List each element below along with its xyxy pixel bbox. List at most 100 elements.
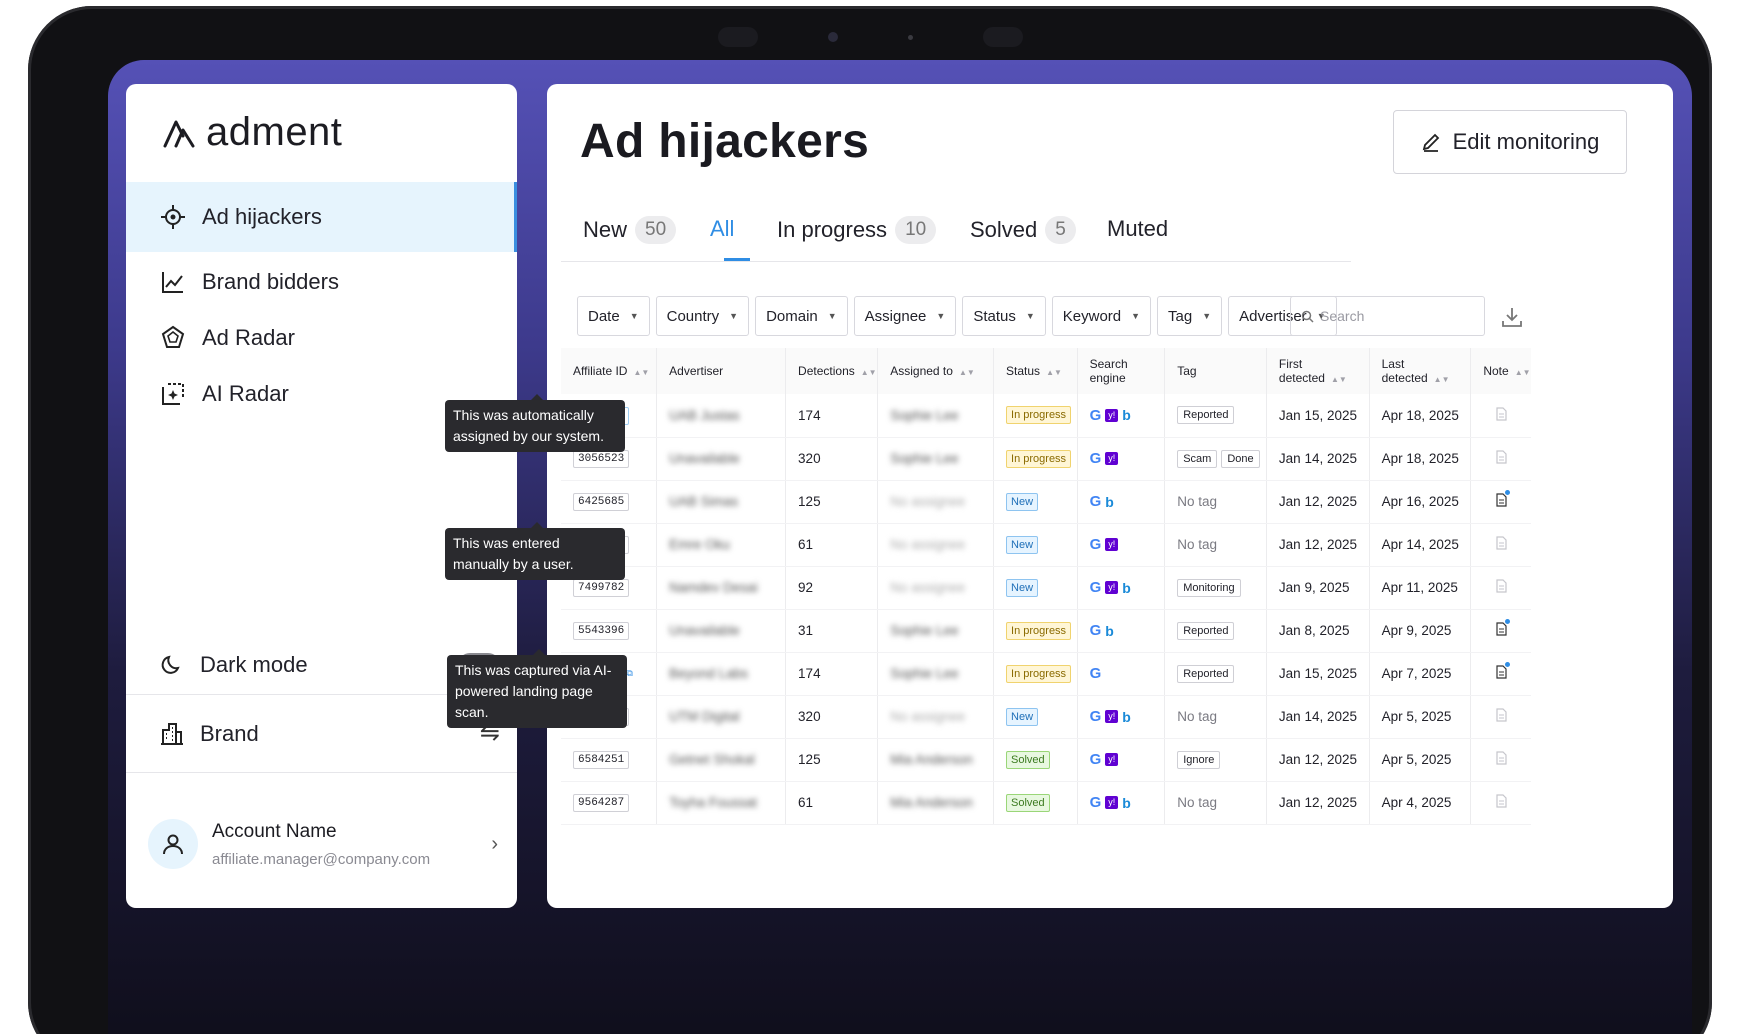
note-icon[interactable] [1496, 407, 1507, 424]
note-icon[interactable] [1496, 794, 1507, 811]
filter-country[interactable]: Country ▼ [655, 296, 750, 336]
status-badge[interactable]: In progress [1006, 621, 1072, 640]
tab-label: All [710, 216, 735, 241]
edit-monitoring-button[interactable]: Edit monitoring [1393, 110, 1627, 174]
col-last-detected[interactable]: Last detected ▲▼ [1369, 348, 1472, 394]
status-badge[interactable]: New [1006, 535, 1039, 554]
filter-date[interactable]: Date ▼ [577, 296, 650, 336]
assignee-name[interactable]: No assignee [890, 537, 965, 552]
advertiser-name: UAB Justas [669, 407, 740, 423]
filter-tag[interactable]: Tag ▼ [1157, 296, 1223, 336]
tab-bar: New 50 All In progress 10 Solved 5 Muted [561, 204, 1351, 262]
adment-logo-icon [163, 120, 195, 147]
status-badge[interactable]: New [1006, 707, 1039, 726]
col-status[interactable]: Status ▲▼ [993, 348, 1078, 394]
detections-count: 125 [785, 480, 879, 524]
external-link-icon[interactable]: ⧉ [626, 668, 632, 678]
status-badge[interactable]: In progress [1006, 406, 1072, 425]
tab-muted[interactable]: Muted [1107, 216, 1168, 242]
note-dot [1504, 619, 1510, 624]
assignee-name[interactable]: Sophie Lee [890, 623, 958, 638]
affiliate-id-chip[interactable]: 9564287 [573, 794, 630, 812]
col-note[interactable]: Note ▲▼ [1470, 348, 1531, 394]
col-first-detected[interactable]: First detected ▲▼ [1266, 348, 1370, 394]
status-badge[interactable]: In progress [1006, 449, 1072, 468]
affiliate-id-chip[interactable]: 6584251 [573, 751, 630, 769]
note-icon[interactable] [1496, 490, 1510, 510]
note-icon[interactable] [1496, 751, 1507, 768]
filter-keyword[interactable]: Keyword ▼ [1051, 296, 1152, 336]
tooltip-auto-assigned: This was automatically assigned by our s… [445, 394, 625, 452]
tab-all[interactable]: All [710, 216, 734, 242]
assignee-name[interactable]: Sophie Lee [890, 408, 958, 423]
filter-assignee[interactable]: Assignee ▼ [853, 296, 957, 336]
table-row[interactable]: 0578182UAB Justas174Sophie LeeIn progres… [561, 394, 1531, 438]
status-badge[interactable]: New [1006, 578, 1039, 597]
chevron-right-icon[interactable]: › [491, 833, 498, 856]
sidebar-item-ad-hijackers[interactable]: Ad hijackers [126, 182, 517, 252]
table-row[interactable]: 3056523 Unavailable 320 Sophie Lee In progre… [561, 437, 1531, 481]
assignee-name[interactable]: Sophie Lee [890, 451, 958, 466]
table-row[interactable]: 6425685 UAB Simas 125 No assignee New Gb No ta… [561, 480, 1531, 524]
filter-status[interactable]: Status ▼ [962, 296, 1046, 336]
table-row[interactable]: 9564287 Toyha Foussat 61 Mia Anderson Solved… [561, 781, 1531, 825]
table-row[interactable]: 529749 ⧉Beyond Labs174Sophie LeeIn progr… [561, 652, 1531, 696]
affiliate-id-chip[interactable]: 5543396 [573, 622, 630, 640]
status-badge[interactable]: Solved [1006, 793, 1050, 812]
tag-chip[interactable]: Ignore [1177, 750, 1221, 769]
sensor-icon [982, 27, 1023, 47]
note-icon[interactable] [1496, 708, 1507, 725]
affiliate-id-chip[interactable]: 6425685 [573, 493, 630, 511]
note-icon[interactable] [1496, 662, 1510, 682]
col-search-engine[interactable]: Search engine [1077, 348, 1166, 394]
status-badge[interactable]: New [1006, 492, 1039, 511]
table-row[interactable]: 7499782 Namdev Desai 92 No assignee New Gy! b M… [561, 566, 1531, 610]
table-row[interactable]: 5543396 Unavailable 31 Sophie Lee In progres… [561, 609, 1531, 653]
sidebar-item-label: Ad Radar [202, 325, 295, 350]
status-badge[interactable]: In progress [1006, 664, 1072, 683]
assignee-name[interactable]: No assignee [890, 494, 965, 509]
google-icon: G [1089, 406, 1102, 424]
search-input[interactable]: Search [1290, 296, 1485, 336]
assignee-name[interactable]: Sophie Lee [890, 666, 958, 681]
first-detected: Jan 12, 2025 [1266, 480, 1370, 524]
tab-new[interactable]: New 50 [583, 216, 677, 244]
note-icon[interactable] [1496, 619, 1510, 639]
account-row[interactable]: Account Name affiliate.manager@company.c… [148, 819, 498, 869]
tag-chip[interactable]: Monitoring [1177, 578, 1241, 597]
note-icon[interactable] [1496, 536, 1507, 553]
affiliate-id-chip[interactable]: 7499782 [573, 579, 630, 597]
google-icon: G [1089, 450, 1102, 467]
tag-chip[interactable]: Reported [1177, 664, 1235, 683]
filter-domain[interactable]: Domain ▼ [755, 296, 848, 336]
assignee-name[interactable]: Mia Anderson [890, 752, 973, 767]
col-affiliate-id[interactable]: Affiliate ID ▲▼ [561, 348, 658, 394]
affiliate-id-chip[interactable]: 3056523 [573, 450, 630, 468]
tag-chip[interactable]: Reported [1177, 621, 1235, 640]
col-advertiser[interactable]: Advertiser [656, 348, 787, 394]
assignee-name[interactable]: No assignee [890, 580, 965, 595]
download-icon[interactable] [1499, 304, 1525, 330]
tab-in-progress[interactable]: In progress 10 [777, 216, 937, 244]
col-assigned-to[interactable]: Assigned to ▲▼ [877, 348, 995, 394]
note-icon[interactable] [1496, 450, 1507, 467]
assignee-name[interactable]: No assignee [890, 709, 965, 724]
tab-solved[interactable]: Solved 5 [970, 216, 1076, 244]
col-detections[interactable]: Detections ▲▼ [785, 348, 879, 394]
logo[interactable]: adment [162, 110, 342, 155]
col-tag[interactable]: Tag [1164, 348, 1267, 394]
tag-chip[interactable]: Reported [1177, 406, 1235, 425]
table-row[interactable]: 5421578UTM Digital320No assigneeNewGy!bN… [561, 695, 1531, 739]
tag-chip[interactable]: Scam [1177, 449, 1218, 468]
filter-label: Keyword [1062, 307, 1122, 325]
tag-chip[interactable]: Done [1221, 449, 1260, 468]
yahoo-icon: y! [1105, 408, 1119, 422]
advertiser-name: Namdev Desai [669, 580, 758, 595]
note-icon[interactable] [1496, 579, 1507, 596]
table-row[interactable]: 6584251 Getnet Shokal 125 Mia Anderson Solve… [561, 738, 1531, 782]
assignee-name[interactable]: Mia Anderson [890, 795, 973, 810]
screen: adment Ad hijackers Brand bidders Ad Rad… [108, 60, 1692, 1034]
radar-icon [161, 325, 185, 348]
table-row[interactable]: 0235698Emre Oku61No assigneeNewGy!No tag… [561, 523, 1531, 567]
status-badge[interactable]: Solved [1006, 750, 1050, 769]
